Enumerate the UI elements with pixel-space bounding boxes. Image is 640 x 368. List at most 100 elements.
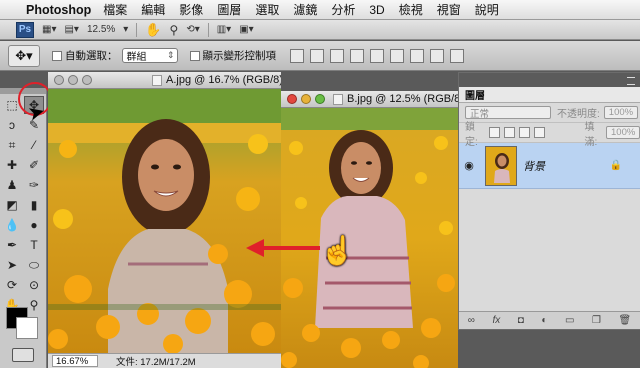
menu-layer[interactable]: 圖層: [217, 1, 241, 18]
align-middle-icon[interactable]: [310, 48, 324, 63]
distribute-h-icon[interactable]: [430, 48, 444, 63]
shape-tool-icon[interactable]: ⬭: [24, 256, 44, 274]
adjustment-layer-icon[interactable]: ◐: [541, 315, 547, 326]
type-tool-icon[interactable]: T: [24, 236, 44, 254]
close-window-icon[interactable]: [54, 75, 64, 85]
align-center-icon[interactable]: [370, 48, 384, 63]
eyedropper-tool-icon[interactable]: ⁄: [24, 136, 44, 154]
lock-pixels-icon[interactable]: [503, 127, 515, 138]
menu-edit[interactable]: 編輯: [141, 1, 165, 18]
3d-orbit-icon[interactable]: ⊙: [24, 276, 44, 294]
auto-select-label: 自動選取：: [65, 50, 118, 62]
rotate-view-icon[interactable]: ⟲▾: [186, 22, 199, 38]
zoom-window-icon[interactable]: [82, 75, 92, 85]
lock-transparency-icon[interactable]: [488, 127, 500, 138]
background-color-swatch[interactable]: [16, 317, 38, 339]
show-transform-checkbox[interactable]: 顯示變形控制項: [189, 48, 277, 63]
blur-tool-icon[interactable]: 💧: [2, 216, 22, 234]
dodge-tool-icon[interactable]: ●: [24, 216, 44, 234]
layers-panel: 圖層 正常 不透明度: 100% 鎖定: 填滿: 100% ◉ 背景 🔒 ∞ f…: [458, 72, 640, 330]
menu-view[interactable]: 檢視: [399, 1, 423, 18]
bridge-button[interactable]: ▦▾: [42, 22, 56, 38]
history-brush-icon[interactable]: ✑: [24, 176, 44, 194]
healing-brush-icon[interactable]: ✚: [2, 156, 22, 174]
new-group-icon[interactable]: ▭: [565, 315, 574, 326]
toolbox: ⬚ ✥ ↄ ✎ ⌗ ⁄ ✚ ✐ ♟ ✑ ◩ ▮ 💧 ● ✒ T ➤ ⬭ ⟳ ⊙ …: [0, 88, 47, 368]
clone-stamp-icon[interactable]: ♟: [2, 176, 22, 194]
opacity-field[interactable]: 100%: [603, 106, 638, 119]
layers-tab[interactable]: 圖層: [459, 87, 640, 103]
show-transform-label: 顯示變形控制項: [202, 50, 277, 62]
path-select-icon[interactable]: ➤: [2, 256, 22, 274]
fill-field[interactable]: 100%: [606, 126, 640, 139]
document-b-title: B.jpg @ 12.5% (RGB/8: [347, 93, 458, 105]
photo-girl-in-flowers-a: [48, 89, 281, 353]
ps-logo: Ps: [16, 21, 34, 38]
menu-image[interactable]: 影像: [179, 1, 203, 18]
delete-layer-icon[interactable]: 🗑: [618, 315, 631, 326]
tool-preset-picker[interactable]: ✥▾: [8, 44, 40, 67]
align-bottom-icon[interactable]: [330, 48, 344, 63]
extras-button[interactable]: ▤▾: [64, 22, 78, 38]
document-icon: [152, 74, 162, 86]
options-bar: ✥▾ 自動選取： 群組 顯示變形控制項: [0, 41, 640, 71]
zoom-tool-icon[interactable]: ⚲: [170, 22, 179, 38]
crop-tool-icon[interactable]: ⌗: [2, 136, 22, 154]
auto-select-checkbox[interactable]: 自動選取： 群組: [52, 48, 178, 63]
minimize-window-icon[interactable]: [68, 75, 78, 85]
menu-file[interactable]: 檔案: [103, 1, 127, 18]
layer-name[interactable]: 背景: [523, 158, 610, 174]
layer-style-icon[interactable]: fx: [492, 315, 500, 326]
menu-app-name[interactable]: Photoshop: [26, 3, 91, 17]
menu-3d[interactable]: 3D: [369, 3, 384, 17]
align-right-icon[interactable]: [390, 48, 404, 63]
document-a-zoom-field[interactable]: 16.67%: [52, 355, 98, 367]
document-a-canvas[interactable]: [48, 89, 281, 353]
auto-select-dropdown[interactable]: 群組: [121, 48, 178, 63]
align-top-icon[interactable]: [290, 48, 304, 63]
align-buttons: [290, 48, 464, 63]
menu-analysis[interactable]: 分析: [331, 1, 355, 18]
new-layer-icon[interactable]: ❐: [592, 315, 601, 326]
layers-panel-header[interactable]: [459, 73, 640, 87]
lock-buttons: [488, 127, 545, 138]
align-left-icon[interactable]: [350, 48, 364, 63]
auto-select-check[interactable]: [52, 50, 62, 61]
lock-position-icon[interactable]: [518, 127, 530, 138]
layer-row-background[interactable]: ◉ 背景 🔒: [459, 143, 640, 189]
show-transform-check[interactable]: [189, 50, 200, 61]
window-controls: [287, 94, 325, 104]
arrange-documents-button[interactable]: ▥▾: [217, 22, 231, 38]
drag-direction-arrow: [246, 239, 320, 257]
link-layers-icon[interactable]: ∞: [468, 315, 475, 326]
document-window-b[interactable]: B.jpg @ 12.5% (RGB/8: [281, 91, 458, 368]
close-window-icon[interactable]: [287, 94, 297, 104]
menu-filter[interactable]: 濾鏡: [293, 1, 317, 18]
add-mask-icon[interactable]: ◘: [518, 315, 524, 326]
screen-mode-button[interactable]: ▣▾: [239, 22, 253, 38]
brush-tool-icon[interactable]: ✐: [24, 156, 44, 174]
document-window-a[interactable]: A.jpg @ 16.7% (RGB/8) 16.67% 文件: 17.2M/1…: [48, 72, 281, 368]
lock-label: 鎖定:: [465, 121, 478, 148]
gradient-tool-icon[interactable]: ▮: [24, 196, 44, 214]
distribute-icon[interactable]: [410, 48, 424, 63]
hand-tool-icon[interactable]: ✋: [145, 22, 161, 38]
lock-all-icon[interactable]: [533, 127, 545, 138]
layer-lock-icon: 🔒: [609, 160, 622, 171]
zoom-level-display[interactable]: 12.5%: [87, 22, 115, 38]
minimize-window-icon[interactable]: [301, 94, 311, 104]
pen-tool-icon[interactable]: ✒: [2, 236, 22, 254]
3d-rotate-icon[interactable]: ⟳: [2, 276, 22, 294]
menu-help[interactable]: 說明: [475, 1, 499, 18]
document-a-titlebar[interactable]: A.jpg @ 16.7% (RGB/8): [48, 72, 281, 89]
menu-window[interactable]: 視窗: [437, 1, 461, 18]
eraser-tool-icon[interactable]: ◩: [2, 196, 22, 214]
menu-select[interactable]: 選取: [255, 1, 279, 18]
document-b-titlebar[interactable]: B.jpg @ 12.5% (RGB/8: [281, 91, 458, 108]
visibility-eye-icon[interactable]: ◉: [459, 159, 479, 172]
distribute-v-icon[interactable]: [450, 48, 464, 63]
quick-mask-button[interactable]: [12, 348, 34, 362]
lasso-tool-icon[interactable]: ↄ: [2, 116, 22, 134]
document-a-size-info[interactable]: 文件: 17.2M/17.2M: [116, 354, 196, 368]
zoom-window-icon[interactable]: [315, 94, 325, 104]
